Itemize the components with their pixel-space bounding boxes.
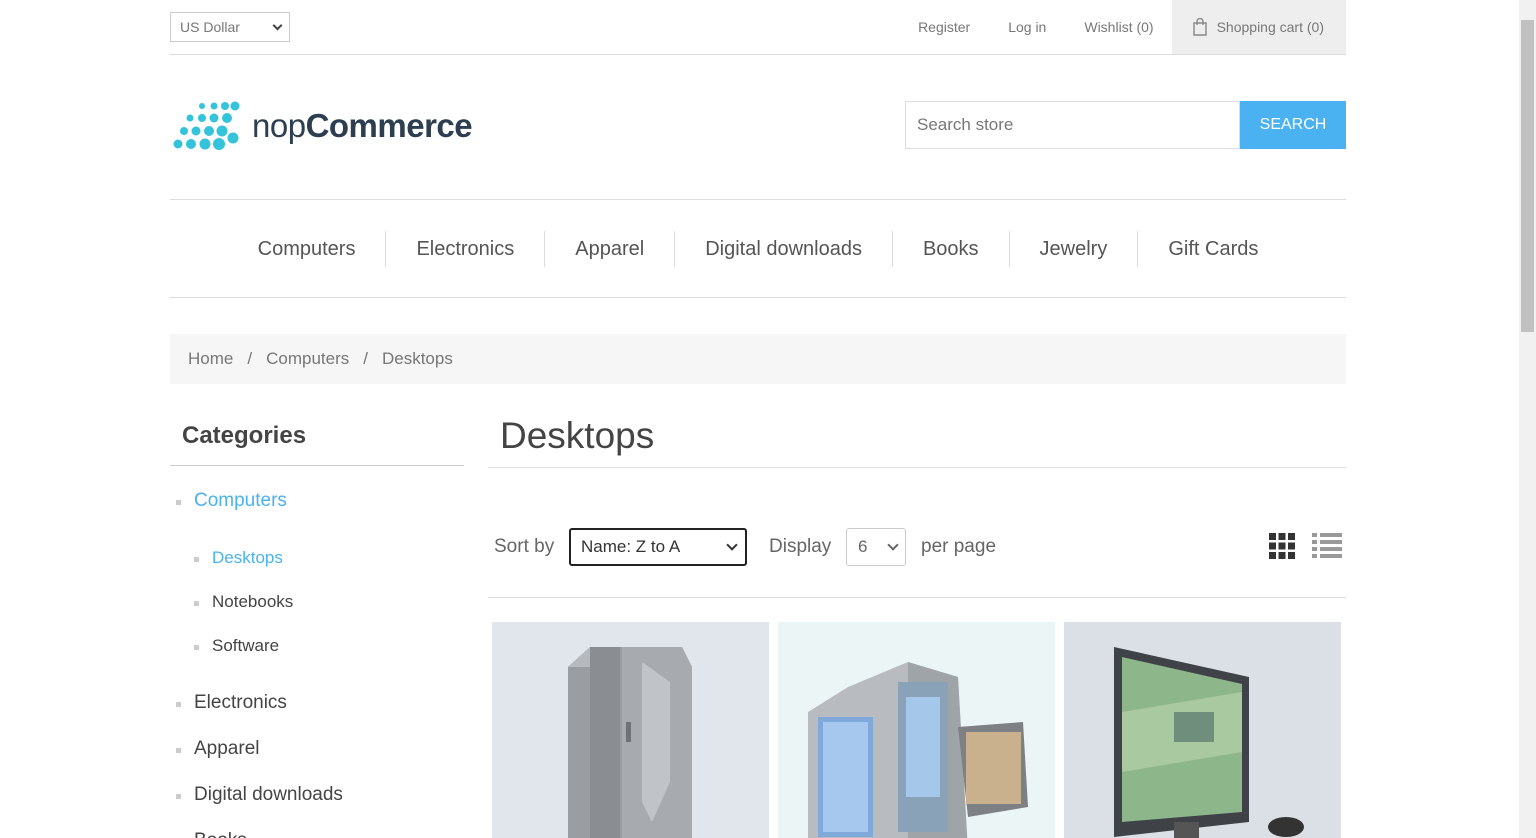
- shopping-bag-icon: [1192, 18, 1207, 36]
- menu-item-gift-cards[interactable]: Gift Cards: [1137, 230, 1288, 267]
- search-input[interactable]: Search store: [905, 101, 1240, 149]
- logo-dots-icon: [173, 101, 240, 150]
- all-in-one-pc-image: [1064, 622, 1341, 838]
- list-view-icon[interactable]: [1312, 532, 1342, 560]
- menu-item-digital-downloads[interactable]: Digital downloads: [674, 230, 892, 267]
- product-image[interactable]: [1064, 622, 1341, 838]
- sidebar-subitem-software[interactable]: Software: [193, 636, 279, 656]
- sidebar-subitem-desktops[interactable]: Desktops: [194, 548, 283, 568]
- page-title: Desktops: [488, 410, 1346, 468]
- product-image[interactable]: [778, 622, 1055, 838]
- sort-value: Name: Z to A: [581, 537, 681, 556]
- breadcrumb-home[interactable]: Home: [188, 349, 233, 369]
- currency-value: US Dollar: [180, 19, 240, 35]
- menu-item-electronics[interactable]: Electronics: [385, 230, 544, 267]
- store-logo[interactable]: nopCommerce: [172, 101, 473, 151]
- main-content: Desktops Sort by Name: Z to A Display 6 …: [488, 410, 1346, 838]
- breadcrumb-separator: /: [363, 349, 368, 368]
- breadcrumb-separator: /: [247, 349, 253, 368]
- shopping-cart-link[interactable]: Shopping cart (0): [1171, 0, 1346, 54]
- menu-item-apparel[interactable]: Apparel: [544, 230, 674, 267]
- scrollbar-thumb[interactable]: [1521, 20, 1534, 332]
- page-size-select[interactable]: 6: [846, 528, 906, 566]
- currency-selector[interactable]: US Dollar: [170, 12, 290, 42]
- product-options: Sort by Name: Z to A Display 6 per page: [488, 528, 1346, 598]
- top-menu: Computers Electronics Apparel Digital do…: [170, 199, 1346, 298]
- search-button[interactable]: Search: [1240, 101, 1346, 149]
- sort-select[interactable]: Name: Z to A: [569, 528, 747, 566]
- page-scrollbar[interactable]: [1519, 0, 1536, 838]
- logo-text-part2: Commerce: [305, 107, 473, 144]
- per-page-label: per page: [921, 536, 997, 557]
- sidebar-categories: Categories Computers Desktops Notebooks …: [170, 410, 464, 838]
- page-wrapper: US Dollar Register Log in Wishlist (0) S…: [170, 0, 1346, 838]
- menu-item-computers[interactable]: Computers: [228, 231, 386, 267]
- wishlist-link[interactable]: Wishlist (0): [1084, 19, 1153, 35]
- chevron-down-icon: [887, 539, 899, 551]
- menu-item-jewelry[interactable]: Jewelry: [1008, 230, 1138, 267]
- sidebar-item-electronics[interactable]: Electronics: [176, 692, 287, 714]
- menu-item-books[interactable]: Books: [891, 230, 1009, 267]
- breadcrumb-computers[interactable]: Computers: [266, 349, 349, 369]
- login-link[interactable]: Log in: [1008, 19, 1046, 35]
- sidebar-item-computers[interactable]: Computers: [176, 490, 287, 512]
- gaming-pc-image: [778, 622, 1055, 838]
- display-label: Display: [769, 536, 832, 557]
- product-grid: [492, 622, 1341, 838]
- sidebar-item-books[interactable]: Books: [194, 830, 247, 838]
- chevron-down-icon: [272, 20, 283, 31]
- header-links: Register Log in Wishlist (0) Shopping ca…: [918, 0, 1346, 54]
- logo-text: nopCommerce: [252, 107, 473, 145]
- grid-view-icon[interactable]: [1269, 532, 1295, 560]
- sidebar-title: Categories: [170, 410, 464, 466]
- sort-label: Sort by: [494, 536, 555, 557]
- sidebar-item-digital-downloads[interactable]: Digital downloads: [176, 784, 343, 806]
- desktop-tower-image: [492, 622, 769, 838]
- page-size-value: 6: [858, 537, 868, 556]
- search-box: Search store Search: [905, 101, 1346, 149]
- breadcrumb: Home / Computers / Desktops: [170, 334, 1346, 384]
- register-link[interactable]: Register: [918, 19, 970, 35]
- sidebar-item-apparel[interactable]: Apparel: [176, 738, 260, 760]
- cart-label: Shopping cart (0): [1216, 19, 1324, 35]
- chevron-down-icon: [726, 539, 738, 551]
- logo-text-part1: nop: [252, 107, 306, 144]
- breadcrumb-current: Desktops: [381, 349, 453, 368]
- header-upper: US Dollar Register Log in Wishlist (0) S…: [170, 0, 1346, 55]
- sidebar-subitem-notebooks[interactable]: Notebooks: [193, 592, 293, 612]
- product-image[interactable]: [492, 622, 769, 838]
